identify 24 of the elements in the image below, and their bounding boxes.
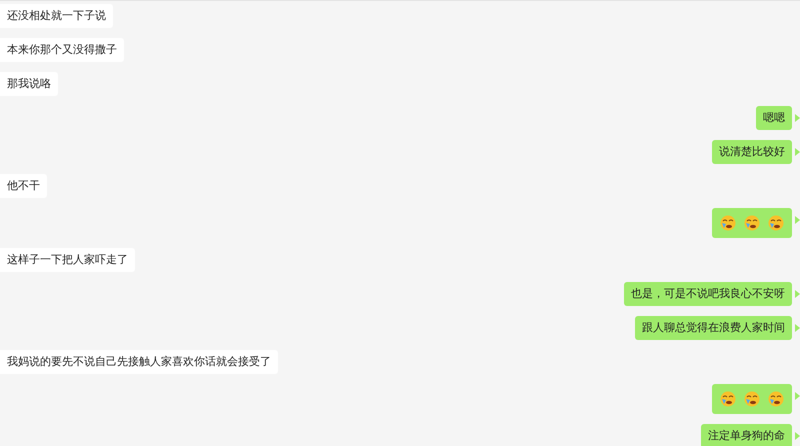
bubble-tail-icon [795, 290, 800, 298]
bubble-tail-icon [795, 148, 800, 156]
message-bubble: 他不干 [0, 174, 47, 198]
message-bubble: 那我说咯 [0, 72, 58, 96]
crying-face-icon [768, 215, 784, 231]
crying-face-icon [720, 391, 736, 407]
message-bubble: 跟人聊总觉得在浪费人家时间 [635, 316, 792, 340]
message-bubble: 嗯嗯 [756, 106, 792, 130]
crying-face-icon [768, 391, 784, 407]
crying-face-icon [720, 215, 736, 231]
crying-face-icon [744, 215, 760, 231]
bubble-tail-icon [795, 114, 800, 122]
bubble-tail-icon [795, 216, 800, 224]
message-bubble: 我妈说的要先不说自己先接触人家喜欢你话就会接受了 [0, 350, 278, 374]
message-bubble: 这样子一下把人家吓走了 [0, 248, 135, 272]
message-bubble: 本来你那个又没得撒子 [0, 38, 124, 62]
message-bubble: 说清楚比较好 [712, 140, 792, 164]
bubble-tail-icon [795, 324, 800, 332]
bubble-tail-icon [795, 392, 800, 400]
message-bubble: 也是，可是不说吧我良心不安呀 [624, 282, 792, 306]
crying-face-icon [744, 391, 760, 407]
message-bubble: 注定单身狗的命 [701, 424, 792, 446]
bubble-tail-icon [795, 432, 800, 440]
message-bubble: 还没相处就一下子说 [0, 4, 113, 28]
